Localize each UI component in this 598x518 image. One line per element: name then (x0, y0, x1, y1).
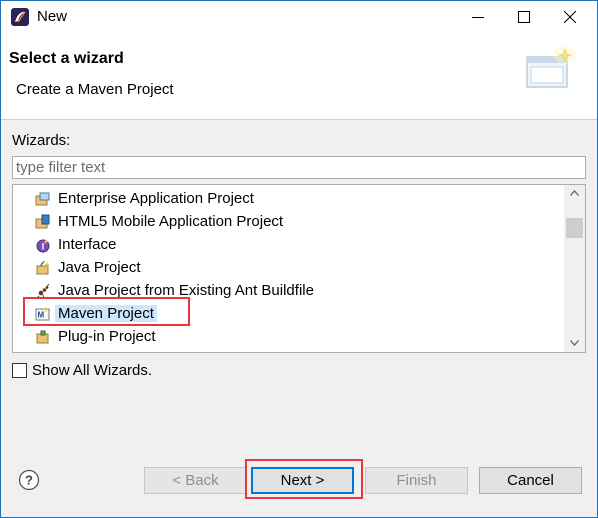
tree-item-label: HTML5 Mobile Application Project (58, 213, 284, 230)
page-description: Create a Maven Project (16, 81, 174, 98)
eclipse-app-icon (11, 8, 29, 26)
chevron-up-icon (570, 190, 579, 196)
maximize-icon (518, 11, 530, 23)
tree-item-enterprise-application-project[interactable]: Enterprise Application Project (31, 188, 571, 210)
cancel-button[interactable]: Cancel (479, 467, 582, 494)
interface-icon: I (36, 239, 50, 253)
wizard-header: Select a wizard Create a Maven Project (1, 33, 597, 120)
help-icon[interactable]: ? (18, 469, 40, 491)
title-bar: New (1, 1, 597, 33)
html5-project-icon (35, 214, 50, 229)
tree-item-html5-mobile-application-project[interactable]: HTML5 Mobile Application Project (31, 211, 571, 233)
finish-button[interactable]: Finish (365, 467, 468, 494)
tree-item-label: Interface (58, 236, 117, 253)
chevron-down-icon (570, 340, 579, 346)
wizard-tree: Enterprise Application Project HTML5 Mob… (12, 184, 586, 353)
maven-project-highlight (23, 297, 190, 326)
show-all-wizards-label: Show All Wizards. (32, 362, 153, 379)
minimize-icon (472, 17, 484, 18)
wizard-banner-icon (526, 46, 577, 88)
scroll-down-button[interactable] (564, 335, 585, 352)
svg-text:I: I (42, 242, 45, 252)
back-button[interactable]: < Back (144, 467, 247, 494)
tree-item-partial (31, 349, 571, 353)
wizard-filter-input[interactable] (12, 156, 586, 179)
tree-item-java-project[interactable]: Java Project (31, 257, 571, 279)
svg-text:?: ? (25, 473, 33, 488)
project-icon (35, 352, 51, 353)
tree-item-plug-in-project[interactable]: Plug-in Project (31, 326, 571, 348)
scroll-up-button[interactable] (564, 185, 585, 202)
wizard-tree-scrollbar[interactable] (564, 185, 585, 352)
window-title: New (37, 8, 68, 25)
tree-item-label: Enterprise Application Project (58, 190, 254, 207)
close-icon (564, 11, 576, 23)
java-project-icon (36, 260, 50, 275)
plugin-project-icon (36, 330, 49, 344)
scrollbar-thumb[interactable] (566, 218, 583, 238)
enterprise-project-icon (35, 192, 50, 206)
tree-item-label: Plug-in Project (58, 328, 156, 345)
checkbox[interactable] (12, 363, 27, 378)
maximize-button[interactable] (501, 1, 547, 33)
page-title: Select a wizard (9, 50, 124, 67)
tree-item-interface[interactable]: I Interface (31, 234, 571, 256)
next-button-highlight (245, 459, 363, 499)
minimize-button[interactable] (455, 1, 501, 33)
close-button[interactable] (547, 1, 593, 33)
wizards-label: Wizards: (12, 132, 71, 149)
new-wizard-dialog: New Select a wizard Create a Maven Proje… (0, 0, 598, 518)
tree-item-label: Java Project (58, 259, 141, 276)
